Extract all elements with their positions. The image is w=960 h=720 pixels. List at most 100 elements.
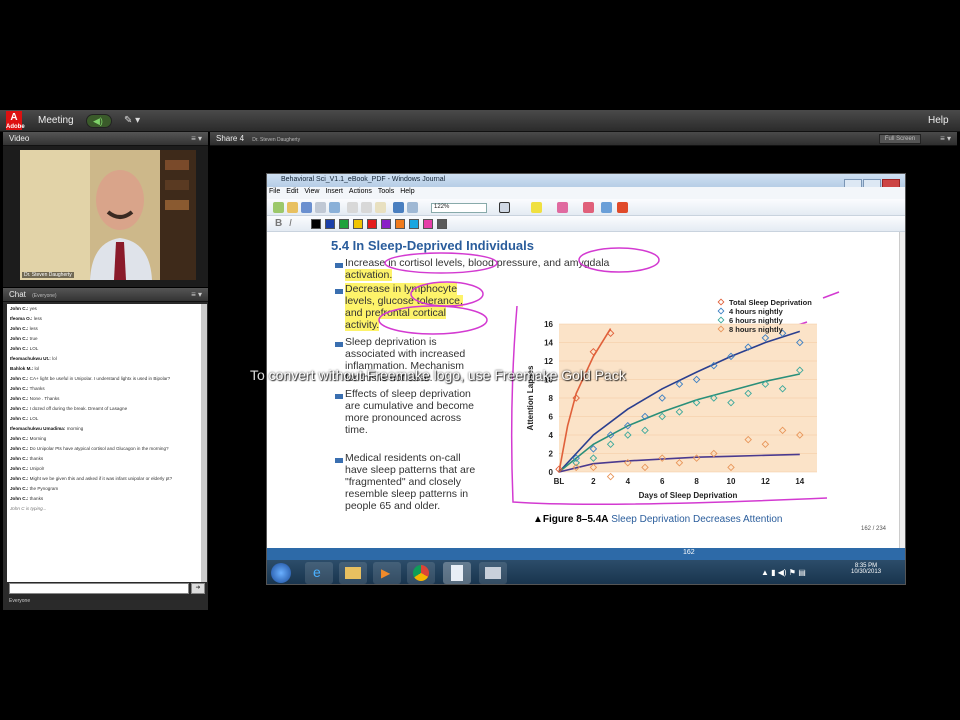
chat-pod: Chat (Everyone) ≡ ▾ John C.: yes Ifeoma O… bbox=[3, 288, 208, 610]
video-frame: Dr. Steven Daugherty bbox=[20, 150, 196, 280]
send-icon[interactable]: ➜ bbox=[191, 583, 205, 594]
x-tick-label: 8 bbox=[694, 477, 699, 486]
pen-color-swatch[interactable] bbox=[325, 219, 335, 229]
open-icon[interactable] bbox=[287, 202, 298, 213]
pod-menu-icon[interactable]: ≡ ▾ bbox=[191, 290, 202, 299]
sleep-chart: Total Sleep Deprivation4 hours nightly6 … bbox=[526, 298, 817, 500]
menu-item-insert[interactable]: Insert bbox=[325, 188, 343, 195]
flag-icon[interactable] bbox=[617, 202, 628, 213]
chat-text: Thanks bbox=[29, 386, 45, 391]
menu-item-tools[interactable]: Tools bbox=[378, 188, 394, 195]
x-tick-label: 6 bbox=[660, 477, 665, 486]
pen-color-swatch[interactable] bbox=[423, 219, 433, 229]
menu-item-view[interactable]: View bbox=[304, 188, 319, 195]
chat-message: John C.: thanks bbox=[7, 494, 201, 504]
pen-color-swatch[interactable] bbox=[437, 219, 447, 229]
insert-space-icon[interactable] bbox=[601, 202, 612, 213]
status-page-number: 162 bbox=[683, 549, 695, 556]
save-icon[interactable] bbox=[301, 202, 312, 213]
menu-item-actions[interactable]: Actions bbox=[349, 188, 372, 195]
chat-text: less bbox=[33, 316, 42, 321]
ie-icon[interactable]: e bbox=[305, 562, 333, 584]
journal-taskbar-icon[interactable] bbox=[443, 562, 471, 584]
chat-sender: John C.: bbox=[10, 436, 29, 441]
tray-clock[interactable]: 8:35 PM 10/30/2013 bbox=[851, 563, 881, 575]
chat-audience-selector[interactable]: Everyone bbox=[9, 598, 30, 604]
new-note-icon[interactable] bbox=[273, 202, 284, 213]
help-menu[interactable]: Help bbox=[928, 115, 949, 126]
search-icon[interactable] bbox=[329, 202, 340, 213]
chat-scrollbar[interactable] bbox=[201, 304, 207, 582]
undo-icon[interactable] bbox=[393, 202, 404, 213]
pen-color-swatch[interactable] bbox=[381, 219, 391, 229]
figure-number: ▲Figure 8–5.4A bbox=[533, 514, 609, 525]
redo-icon[interactable] bbox=[407, 202, 418, 213]
chat-text: I dozed off during the break. Dreamt of … bbox=[29, 406, 128, 411]
share-pod-header: Share 4 Dr. Steven Daugherty Full Screen… bbox=[210, 132, 957, 146]
explorer-icon[interactable] bbox=[339, 562, 367, 584]
window-title: Behavioral Sci_V1.1_eBook_PDF - Windows … bbox=[267, 174, 905, 187]
chat-input[interactable] bbox=[9, 583, 189, 594]
eraser-icon[interactable] bbox=[557, 202, 568, 213]
pod-menu-icon[interactable]: ≡ ▾ bbox=[940, 134, 951, 143]
presenter-name-label: Dr. Steven Daugherty bbox=[22, 272, 74, 278]
legend-label: 8 hours nightly bbox=[729, 325, 784, 334]
chat-sender: John C.: bbox=[10, 376, 29, 381]
status-icon[interactable]: ✎ ▾ bbox=[124, 115, 140, 126]
media-player-icon[interactable]: ▶ bbox=[373, 562, 401, 584]
figure-caption: ▲Figure 8–5.4A Sleep Deprivation Decreas… bbox=[533, 514, 782, 525]
lasso-icon[interactable] bbox=[583, 202, 594, 213]
italic-icon[interactable]: I bbox=[289, 218, 292, 229]
highlighter-icon[interactable] bbox=[531, 202, 542, 213]
pen-tool-icon[interactable] bbox=[499, 202, 510, 213]
chat-message-list[interactable]: John C.: yes Ifeoma O.: less John C.: less… bbox=[7, 304, 201, 582]
tray-icons[interactable]: ▲ ▮ ◀) ⚑ ▤ bbox=[761, 568, 806, 577]
menu-item-help[interactable]: Help bbox=[400, 188, 414, 195]
audio-button[interactable]: ◀) bbox=[86, 114, 112, 128]
adobe-logo: A Adobe bbox=[6, 111, 25, 130]
pen-color-swatch[interactable] bbox=[339, 219, 349, 229]
menu-item-edit[interactable]: Edit bbox=[286, 188, 298, 195]
start-button-icon[interactable] bbox=[271, 563, 291, 583]
paste-icon[interactable] bbox=[375, 202, 386, 213]
chat-text: Do Unipolar Pts have atypical cortisol a… bbox=[29, 446, 169, 451]
chat-message: John C.: Thanks bbox=[7, 384, 201, 394]
meeting-menu[interactable]: Meeting bbox=[38, 115, 74, 126]
chat-text: Might we be given this and asked if it w… bbox=[29, 476, 173, 481]
chat-message: John C.: LOL bbox=[7, 344, 201, 354]
menu-item-file[interactable]: File bbox=[269, 188, 280, 195]
vertical-scrollbar[interactable] bbox=[899, 232, 905, 548]
chat-sender: Ifeoma O.: bbox=[10, 316, 33, 321]
zoom-select[interactable]: 122% bbox=[431, 203, 487, 213]
chat-sender: John C.: bbox=[10, 456, 29, 461]
chat-message: John C.: Morning bbox=[7, 434, 201, 444]
bold-icon[interactable]: B bbox=[275, 218, 282, 229]
legend-marker bbox=[717, 316, 725, 324]
chat-sender: John C.: bbox=[10, 386, 29, 391]
pen-color-swatch[interactable] bbox=[367, 219, 377, 229]
print-icon[interactable] bbox=[315, 202, 326, 213]
app-taskbar-icon[interactable] bbox=[479, 562, 507, 584]
pen-color-swatch[interactable] bbox=[409, 219, 419, 229]
y-tick-label: 14 bbox=[544, 339, 553, 348]
video-pod-title: Video bbox=[9, 134, 30, 143]
pen-color-swatch[interactable] bbox=[395, 219, 405, 229]
chrome-icon[interactable] bbox=[407, 562, 435, 584]
pen-color-swatch[interactable] bbox=[311, 219, 321, 229]
document-page[interactable]: 5.4 In Sleep-Deprived Individuals Increa… bbox=[267, 232, 899, 548]
chat-text: Morning bbox=[29, 436, 47, 441]
y-tick-label: 6 bbox=[549, 413, 554, 422]
chat-sender: Bahlok M.: bbox=[10, 366, 34, 371]
ink-circle bbox=[378, 305, 488, 335]
chat-pod-header: Chat (Everyone) ≡ ▾ bbox=[3, 288, 208, 302]
pen-color-swatch[interactable] bbox=[353, 219, 363, 229]
chat-sender: John C.: bbox=[10, 446, 29, 451]
cut-icon[interactable] bbox=[347, 202, 358, 213]
chat-sender: John C.: bbox=[10, 346, 29, 351]
x-tick-label: 4 bbox=[626, 477, 631, 486]
fullscreen-button[interactable]: Full Screen bbox=[879, 134, 921, 144]
chat-text: yes bbox=[29, 306, 37, 311]
pod-menu-icon[interactable]: ≡ ▾ bbox=[191, 134, 202, 143]
standard-toolbar: 122% bbox=[267, 199, 905, 216]
copy-icon[interactable] bbox=[361, 202, 372, 213]
